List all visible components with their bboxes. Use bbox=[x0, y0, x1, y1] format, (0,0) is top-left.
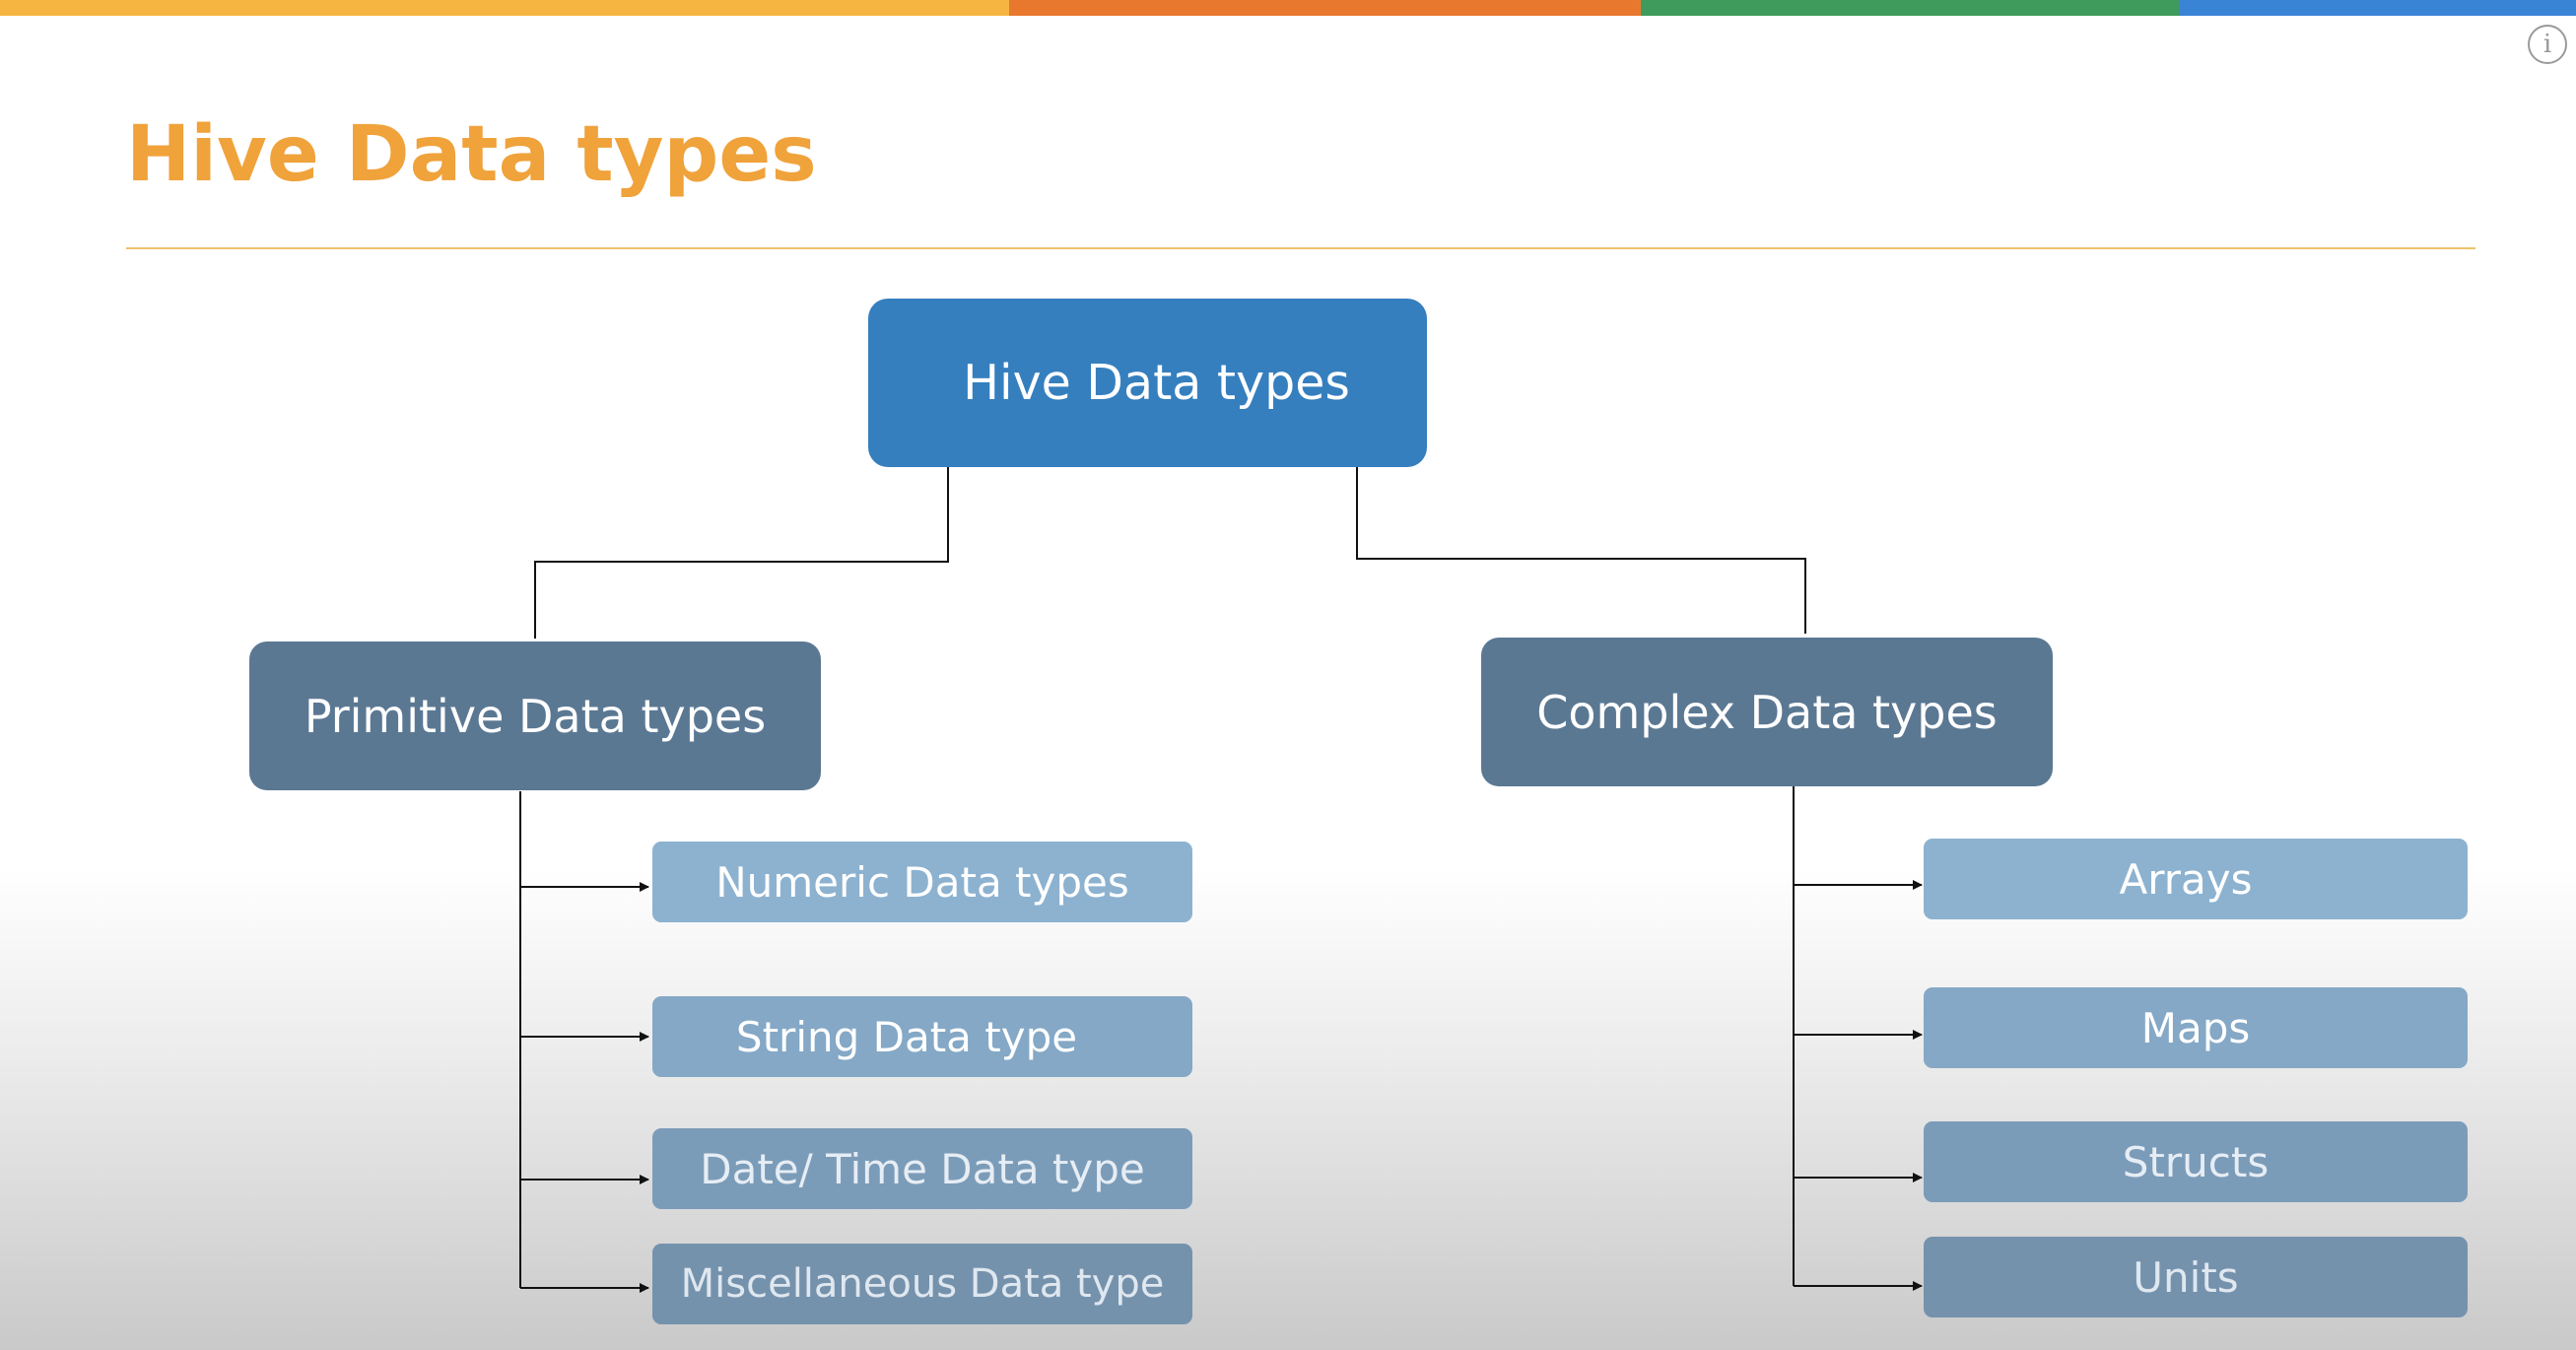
connector-root-primitive bbox=[534, 467, 949, 639]
connector-root-complex bbox=[1356, 467, 1806, 634]
category-node-label: Complex Data types bbox=[1536, 685, 1998, 739]
leaf-node-label: Arrays bbox=[2119, 854, 2253, 904]
leaf-node-numeric: Numeric Data types bbox=[652, 842, 1192, 922]
root-node-hive-data-types: Hive Data types bbox=[868, 299, 1427, 467]
leaf-node-string: String Data type bbox=[652, 996, 1192, 1077]
leaf-node-arrays: Arrays bbox=[1924, 839, 2468, 919]
category-node-primitive: Primitive Data types bbox=[249, 641, 821, 790]
leaf-node-misc: Miscellaneous Data type bbox=[652, 1244, 1192, 1324]
leaf-node-label: Numeric Data types bbox=[715, 857, 1129, 907]
leaf-node-label: Date/ Time Data type bbox=[700, 1144, 1145, 1193]
root-node-label: Hive Data types bbox=[963, 355, 1350, 411]
leaf-node-units: Units bbox=[1924, 1237, 2468, 1317]
leaf-node-label: Maps bbox=[2140, 1003, 2251, 1052]
leaf-node-label: String Data type bbox=[735, 1012, 1078, 1061]
leaf-node-label: Units bbox=[2133, 1252, 2239, 1302]
leaf-node-label: Miscellaneous Data type bbox=[680, 1261, 1165, 1307]
leaf-node-label: Structs bbox=[2122, 1137, 2270, 1186]
leaf-node-datetime: Date/ Time Data type bbox=[652, 1128, 1192, 1209]
category-node-complex: Complex Data types bbox=[1481, 638, 2053, 786]
leaf-node-maps: Maps bbox=[1924, 987, 2468, 1068]
category-node-label: Primitive Data types bbox=[304, 689, 767, 743]
leaf-node-structs: Structs bbox=[1924, 1121, 2468, 1202]
